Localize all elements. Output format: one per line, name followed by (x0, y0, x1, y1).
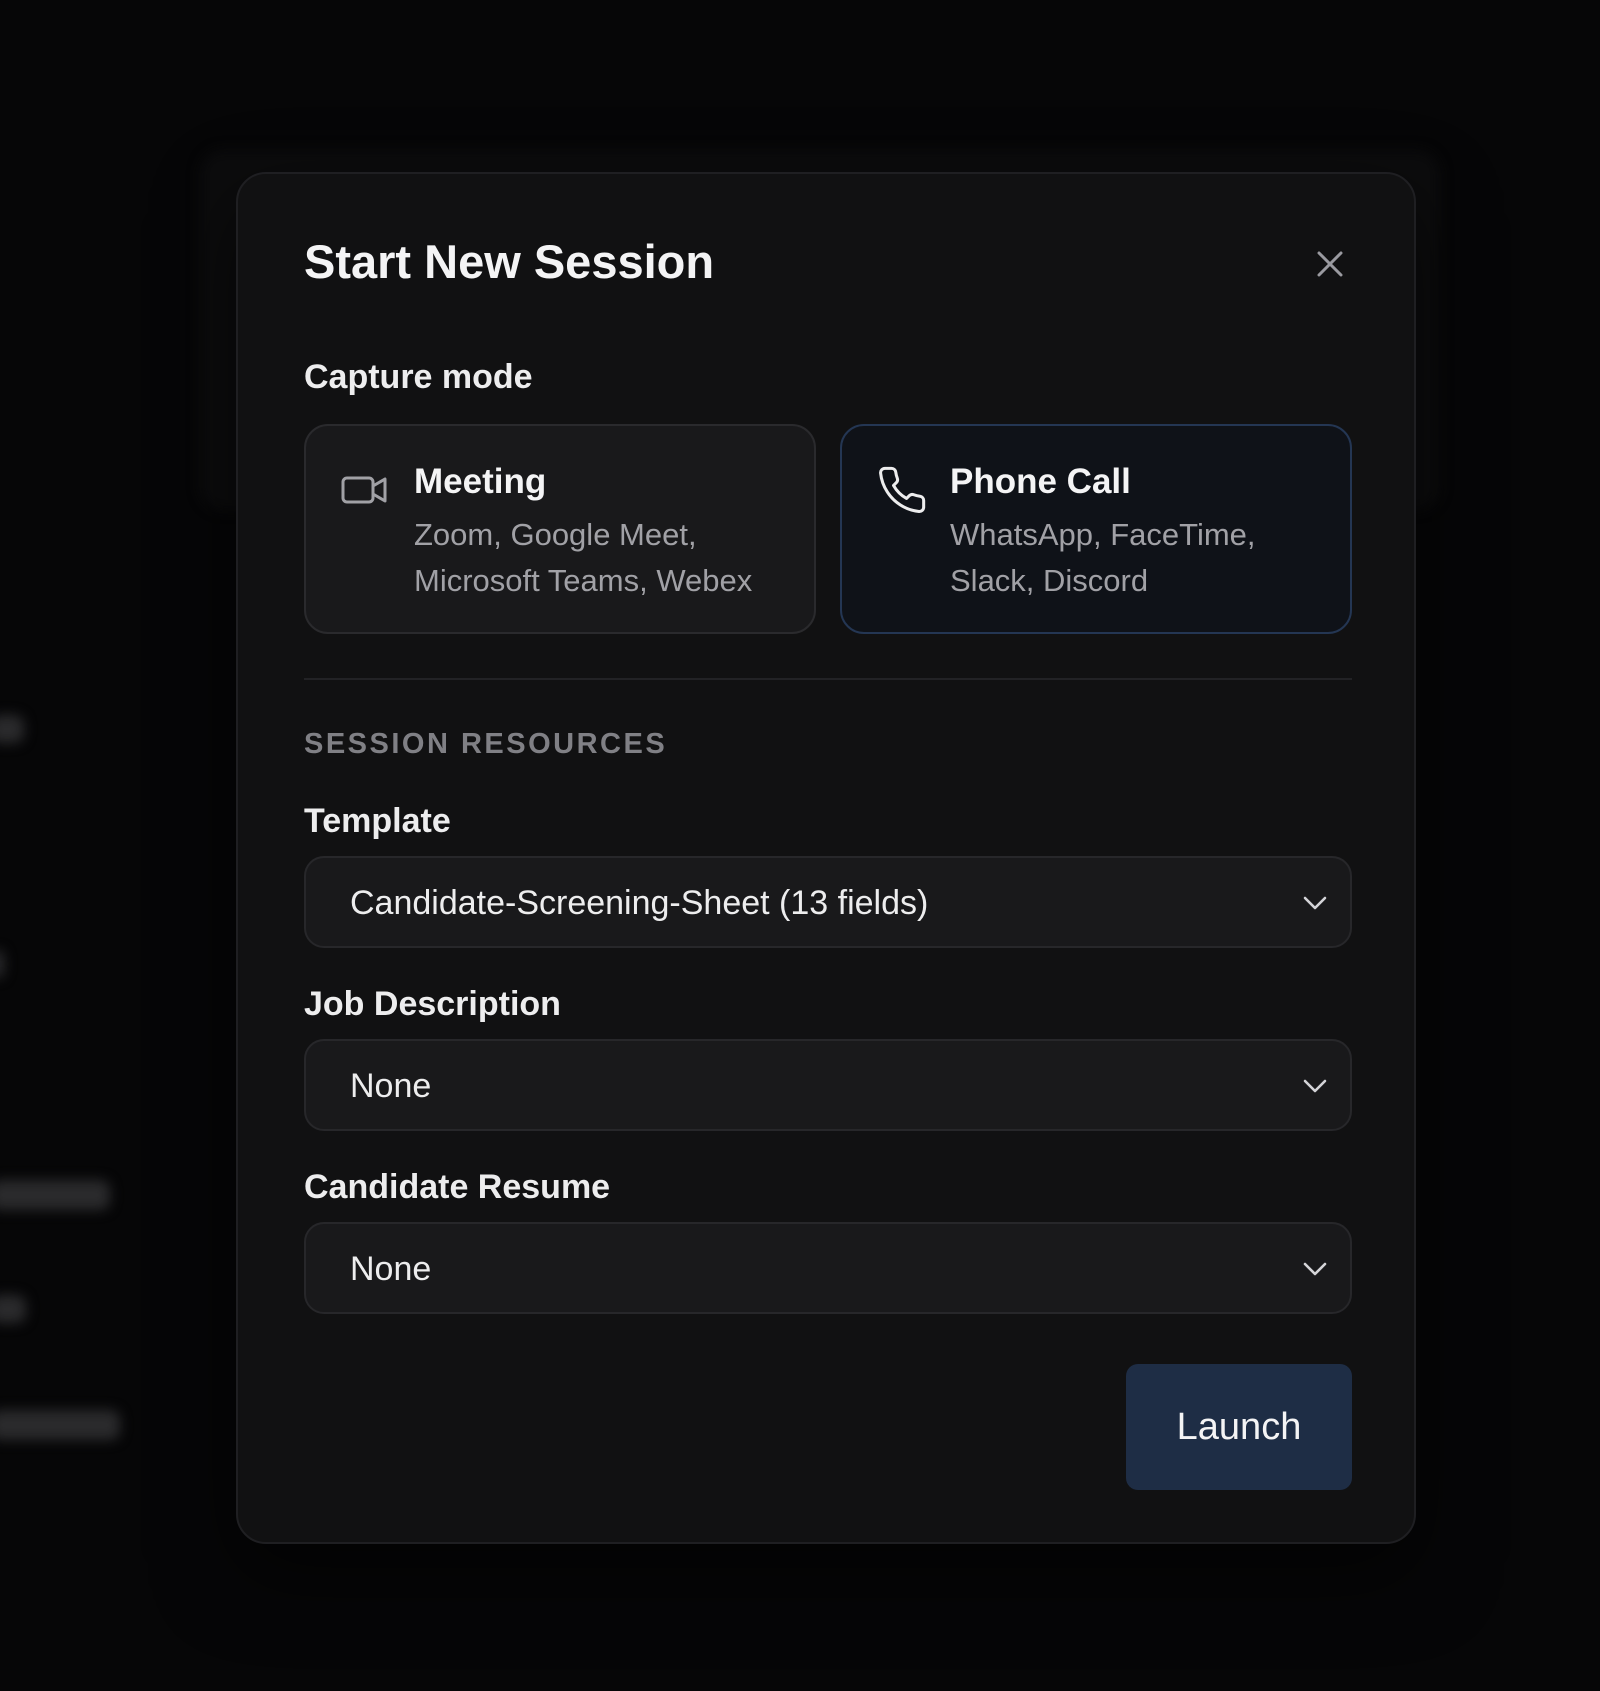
capture-mode-label: Capture mode (304, 358, 533, 396)
template-select-value: Candidate-Screening-Sheet (13 fields) (350, 884, 929, 922)
job-description-select[interactable]: None (304, 1039, 1352, 1131)
video-camera-icon (341, 476, 387, 504)
launch-button[interactable]: Launch (1126, 1364, 1352, 1490)
mode-title: Phone Call (950, 462, 1131, 501)
background-fragment (0, 1295, 26, 1323)
template-label: Template (304, 802, 451, 840)
session-resources-heading: SESSION RESOURCES (304, 728, 668, 760)
background-fragment (0, 715, 24, 743)
background-fragment (0, 1410, 120, 1440)
close-button[interactable] (1312, 246, 1348, 282)
capture-mode-phone-call[interactable]: Phone Call WhatsApp, FaceTime, Slack, Di… (840, 424, 1352, 634)
candidate-resume-select-value: None (350, 1250, 432, 1288)
background-fragment (0, 1180, 110, 1210)
mode-title: Meeting (414, 462, 547, 501)
chevron-down-icon (1303, 1262, 1327, 1276)
section-divider (304, 678, 1352, 680)
dialog-title: Start New Session (304, 235, 715, 288)
template-select[interactable]: Candidate-Screening-Sheet (13 fields) (304, 856, 1352, 948)
close-icon (1317, 251, 1343, 277)
phone-icon (879, 466, 926, 514)
job-description-select-value: None (350, 1067, 432, 1105)
candidate-resume-select[interactable]: None (304, 1222, 1352, 1314)
chevron-down-icon (1303, 896, 1327, 910)
background-fragment (0, 950, 4, 978)
mode-description: WhatsApp, FaceTime, Slack, Discord (950, 517, 1256, 598)
chevron-down-icon (1303, 1079, 1327, 1093)
job-description-label: Job Description (304, 985, 561, 1023)
mode-description: Zoom, Google Meet, Microsoft Teams, Webe… (414, 517, 753, 598)
candidate-resume-label: Candidate Resume (304, 1168, 611, 1206)
start-session-dialog: Start New Session Capture mode Meeting Z… (236, 172, 1416, 1544)
capture-mode-meeting[interactable]: Meeting Zoom, Google Meet, Microsoft Tea… (304, 424, 816, 634)
